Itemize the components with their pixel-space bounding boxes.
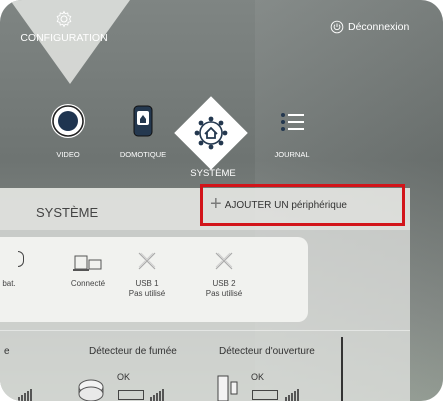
plus-icon: + [210,192,222,215]
status-card-sub: Pas utilisé [128,289,166,298]
network-icon[interactable] [188,110,234,156]
opening-status: OK [251,372,265,382]
power-icon [330,20,344,34]
status-card-usb2: USB 2 Pas utilisé [202,251,246,299]
status-cards: bat. Connecté USB 1 Pas utilisé USB 2 Pa… [0,237,308,322]
logout-button[interactable]: Déconnexion [330,20,409,34]
app-frame: CONFIGURATION Déconnexion VIDEO DOMOTIQU… [0,0,443,401]
nav-domotique[interactable]: DOMOTIQUE [112,104,174,159]
computer-icon [68,251,108,273]
panel-title: SYSTÈME [36,205,99,220]
status-card-label: bat. [2,279,16,288]
nav-video-label: VIDEO [56,150,80,159]
nav-domotique-label: DOMOTIQUE [119,150,167,159]
detector-partial-label: e [4,346,10,357]
status-card-usb1: USB 1 Pas utilisé [125,251,169,299]
smoke-detector-icon [76,374,106,401]
home-device-icon [126,104,160,138]
status-card-connected: Connecté [68,251,108,289]
add-device-button[interactable]: + AJOUTER UN périphérique [200,184,405,226]
status-card-label: USB 1 [135,279,159,288]
logout-label: Déconnexion [348,21,410,33]
door-sensor-icon [216,374,240,401]
detector-separator [341,337,343,401]
opening-detector-label[interactable]: Détecteur d'ouverture [219,346,315,357]
configuration-label: CONFIGURATION [20,32,108,44]
nav-journal-label: JOURNAL [274,150,310,159]
x-icon [125,251,169,273]
battery-icon [252,390,278,400]
status-card-label: Connecté [70,279,106,288]
smoke-detector-label[interactable]: Détecteur de fumée [89,346,177,357]
nav-video[interactable]: VIDEO [48,104,88,159]
battery-icon [0,251,24,273]
add-device-label: AJOUTER UN périphérique [224,199,347,211]
configuration-link[interactable]: CONFIGURATION [14,10,114,44]
nav-journal[interactable]: JOURNAL [264,110,320,159]
status-card-sub: Pas utilisé [205,289,243,298]
signal-icon [285,388,299,401]
nav-systeme-label[interactable]: SYSTÈME [190,168,236,179]
section-divider [0,330,410,331]
status-card-battery: bat. [0,251,24,289]
x-icon [202,251,246,273]
list-icon [275,110,309,138]
smoke-status: OK [117,372,131,382]
signal-icon [150,388,164,401]
signal-icon [18,388,32,401]
status-card-label: USB 2 [212,279,236,288]
gear-icon [56,10,72,28]
battery-icon [118,390,144,400]
record-icon [51,104,85,138]
